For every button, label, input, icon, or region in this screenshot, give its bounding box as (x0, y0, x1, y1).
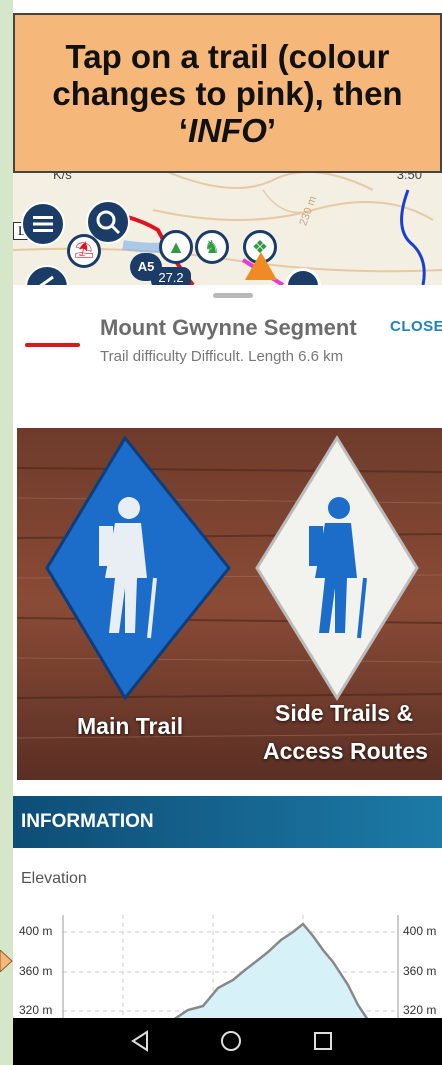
tick-left-360: 360 m (19, 964, 53, 978)
tick-right-320: 320 m (403, 1003, 437, 1017)
badge-272[interactable]: 27.2 (151, 267, 191, 285)
tick-left-320: 320 m (19, 1003, 53, 1017)
android-nav-bar (13, 1018, 442, 1065)
pointer-arrow-icon (0, 950, 13, 972)
elevation-label: Elevation (21, 870, 87, 887)
instruction-end: ’ (266, 111, 277, 149)
elevation-plot (62, 915, 399, 1022)
tick-left-400: 400 m (19, 924, 53, 938)
elevation-chart: 400 m 360 m 320 m 400 m 360 m 320 m (13, 910, 442, 1022)
shelter-poi-icon[interactable]: ⛱ (67, 234, 101, 268)
trail-name: Mount Gwynne Segment (100, 315, 357, 340)
home-nav-icon[interactable] (216, 1026, 246, 1056)
caption-access-routes: Access Routes (263, 738, 428, 764)
back-nav-icon[interactable] (125, 1026, 155, 1056)
trail-detail-sheet: Mount Gwynne Segment CLOSE Trail difficu… (13, 285, 442, 1022)
caption-side-trails: Side Trails & (275, 700, 414, 726)
hamburger-icon (33, 216, 53, 232)
back-button[interactable] (25, 265, 69, 285)
tick-right-400: 400 m (403, 924, 437, 938)
trail-color-swatch (25, 343, 80, 347)
campsite-poi-icon[interactable]: ▲ (159, 230, 193, 264)
trail-signs-photo: Main Trail Side Trails & Access Routes (17, 428, 442, 780)
drag-handle[interactable] (213, 293, 253, 298)
trail-meta: Trail difficulty Difficult. Length 6.6 k… (100, 348, 344, 365)
recents-nav-icon[interactable] (308, 1026, 338, 1056)
warning-icon[interactable] (245, 252, 277, 280)
arrow-icon (39, 275, 54, 285)
instruction-callout: Tap on a trail (colour changes to pink),… (13, 13, 442, 173)
instruction-emphasis: INFO (188, 111, 267, 149)
close-button[interactable]: CLOSE (390, 318, 442, 335)
information-header[interactable]: INFORMATION (13, 796, 442, 848)
search-icon (96, 210, 121, 235)
hiker-poi-icon[interactable]: ♞ (195, 230, 229, 264)
menu-button[interactable] (21, 202, 65, 246)
tick-right-360: 360 m (403, 964, 437, 978)
information-label: INFORMATION (21, 811, 154, 832)
caption-main-trail: Main Trail (77, 713, 184, 739)
